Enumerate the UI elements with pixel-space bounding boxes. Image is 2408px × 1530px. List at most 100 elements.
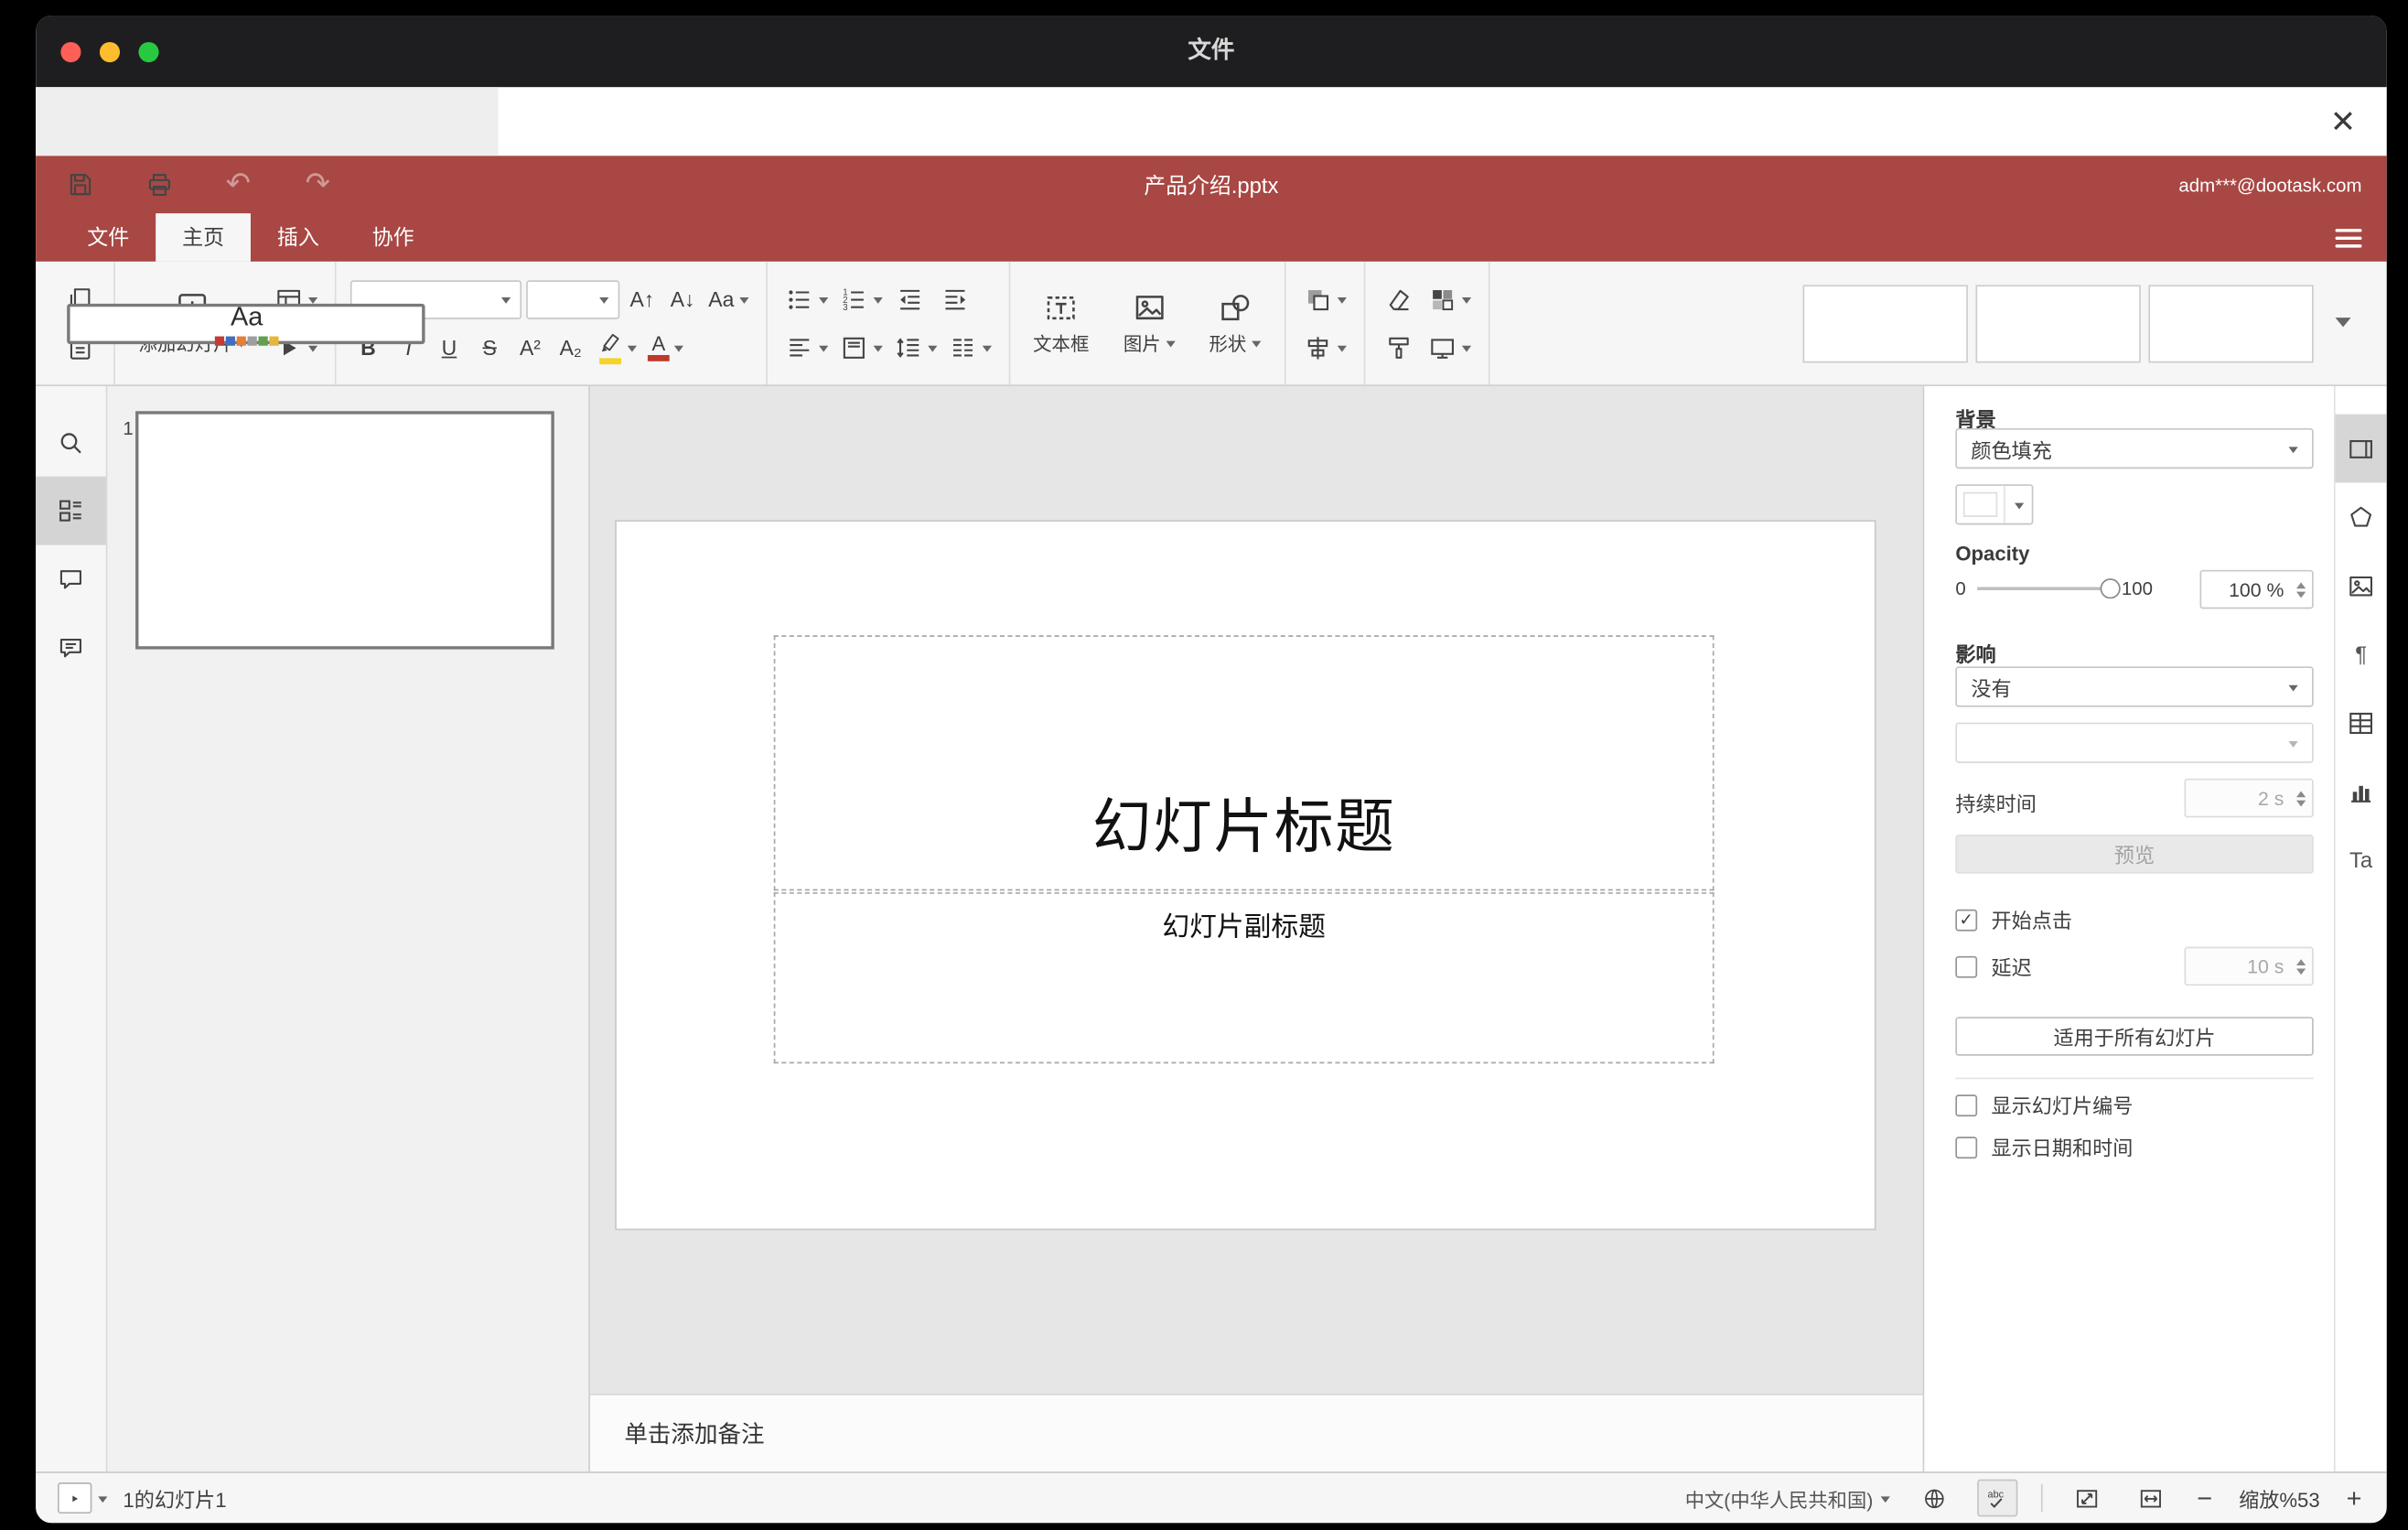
- duration-input[interactable]: 2 s: [2184, 778, 2314, 818]
- numbering-button[interactable]: [835, 279, 885, 319]
- superscript-button[interactable]: A²: [512, 329, 548, 366]
- search-panel-button[interactable]: [36, 408, 106, 477]
- effect-select[interactable]: 没有: [1955, 666, 2314, 707]
- table-settings-tab[interactable]: [2336, 688, 2387, 757]
- theme-preview-1[interactable]: [1802, 284, 1968, 362]
- highlight-color-button[interactable]: [593, 327, 640, 367]
- font-size-select[interactable]: [526, 279, 620, 318]
- start-on-click-checkbox[interactable]: ✓: [1955, 908, 1978, 931]
- subtitle-placeholder[interactable]: 幻灯片副标题: [773, 892, 1715, 1064]
- save-button[interactable]: [60, 166, 98, 203]
- comments-panel-button[interactable]: [36, 545, 106, 614]
- effect-variant-select[interactable]: [1955, 722, 2314, 763]
- apply-to-all-slides-button[interactable]: 适用于所有幻灯片: [1955, 1017, 2314, 1056]
- fit-width-button[interactable]: [2130, 1478, 2170, 1518]
- shape-align-button[interactable]: [1299, 327, 1349, 367]
- insert-shape-button[interactable]: 形状: [1199, 290, 1270, 357]
- insert-image-button[interactable]: 图片: [1114, 290, 1185, 357]
- copy-style-button[interactable]: [1379, 327, 1419, 367]
- vertical-align-button[interactable]: [835, 327, 885, 367]
- decrease-indent-button[interactable]: [890, 279, 930, 319]
- insert-textbox-button[interactable]: 文本框: [1024, 290, 1099, 357]
- chat-panel-button[interactable]: [36, 613, 106, 682]
- language-select[interactable]: 中文(中华人民共和国): [1685, 1483, 1891, 1513]
- bullets-button[interactable]: [780, 279, 830, 319]
- fill-color-picker[interactable]: [1955, 484, 2034, 525]
- increase-font-button[interactable]: A↑: [624, 280, 660, 318]
- opacity-slider-knob[interactable]: [2100, 578, 2121, 599]
- table-icon: [2346, 707, 2375, 737]
- tab-row: 文件 主页 插入 协作: [36, 213, 2387, 262]
- columns-button[interactable]: [944, 327, 994, 367]
- tab-insert[interactable]: 插入: [251, 213, 346, 262]
- subscript-button[interactable]: A₂: [553, 329, 588, 366]
- start-slideshow-status-button[interactable]: [57, 1482, 92, 1514]
- document-language-button[interactable]: [1914, 1478, 1954, 1518]
- print-button[interactable]: [140, 166, 177, 203]
- slide[interactable]: 幻灯片标题 幻灯片副标题: [616, 522, 1875, 1229]
- preview-button[interactable]: 预览: [1955, 835, 2314, 874]
- slides-panel-button[interactable]: [36, 476, 106, 545]
- opacity-input[interactable]: 100 %: [2199, 569, 2314, 609]
- spellcheck-button[interactable]: [1977, 1479, 2018, 1517]
- show-slide-number-checkbox[interactable]: [1955, 1094, 1978, 1116]
- fit-slide-button[interactable]: [2066, 1478, 2106, 1518]
- slide-settings-tab[interactable]: [2335, 414, 2387, 483]
- tab-collaboration[interactable]: 协作: [346, 213, 441, 262]
- slide-thumbnail[interactable]: [135, 411, 554, 650]
- show-slide-number-label: 显示幻灯片编号: [1991, 1094, 2134, 1118]
- slide-counter: 1的幻灯片1: [123, 1487, 227, 1512]
- close-icon[interactable]: ✕: [2321, 102, 2365, 145]
- undo-button[interactable]: ↶: [220, 166, 257, 203]
- chevron-down-icon: [307, 344, 318, 356]
- redo-button[interactable]: ↷: [299, 166, 337, 203]
- delay-label: 延迟: [1991, 955, 2032, 980]
- delay-checkbox[interactable]: [1955, 954, 1978, 977]
- tab-home[interactable]: 主页: [156, 213, 251, 262]
- menu-icon[interactable]: [2335, 228, 2362, 247]
- theme-preview-2[interactable]: [1975, 284, 2141, 362]
- tab-file[interactable]: 文件: [60, 213, 156, 262]
- theme-gallery-expand-button[interactable]: [2321, 310, 2365, 337]
- line-spacing-button[interactable]: [890, 327, 940, 367]
- align-left-icon: [784, 332, 813, 361]
- shape-settings-tab[interactable]: [2336, 483, 2387, 552]
- zoom-in-button[interactable]: +: [2343, 1485, 2365, 1512]
- document-title: 产品介绍.pptx: [1144, 172, 1279, 198]
- increase-indent-button[interactable]: [935, 279, 975, 319]
- theme-preview-3[interactable]: [2148, 284, 2314, 362]
- paragraph-settings-tab[interactable]: ¶: [2336, 620, 2387, 688]
- delay-input[interactable]: 10 s: [2184, 946, 2314, 986]
- title-placeholder[interactable]: 幻灯片标题: [773, 635, 1715, 891]
- color-scheme-button[interactable]: [1424, 279, 1473, 319]
- spinner-icon[interactable]: [2296, 954, 2306, 978]
- insert-group: 文本框 图片 形状: [1010, 261, 1285, 385]
- change-case-button[interactable]: Aa: [705, 279, 751, 319]
- show-date-time-checkbox[interactable]: [1955, 1136, 1978, 1158]
- theme-preview-selected[interactable]: Aa: [67, 301, 425, 345]
- spinner-icon[interactable]: [2296, 576, 2306, 601]
- main-area: 1 幻灯片标题 幻灯片副标题 单击添加备注 背景 颜色填充 Opacity 0 …: [36, 386, 2387, 1472]
- horizontal-align-button[interactable]: [780, 327, 830, 367]
- strikethrough-button[interactable]: S: [472, 329, 508, 366]
- opacity-slider[interactable]: [1976, 578, 2121, 599]
- background-fill-select[interactable]: 颜色填充: [1955, 427, 2314, 469]
- image-settings-tab[interactable]: [2336, 551, 2387, 620]
- textart-settings-tab[interactable]: Ta: [2336, 825, 2387, 894]
- clear-style-button[interactable]: [1379, 279, 1419, 319]
- font-color-button[interactable]: A: [645, 327, 687, 367]
- chart-settings-tab[interactable]: [2336, 757, 2387, 825]
- slide-size-button[interactable]: [1424, 327, 1473, 367]
- arrange-button[interactable]: [1299, 279, 1349, 319]
- decrease-font-button[interactable]: A↓: [665, 280, 701, 318]
- line-spacing-icon: [893, 332, 922, 361]
- spinner-icon[interactable]: [2296, 786, 2306, 811]
- comment-icon: [56, 565, 85, 594]
- chevron-down-icon: [1880, 1495, 1891, 1506]
- slide-size-icon: [1427, 332, 1457, 361]
- underline-button[interactable]: U: [431, 329, 467, 366]
- duration-value: 2 s: [2257, 787, 2284, 810]
- notes-area[interactable]: 单击添加备注: [589, 1394, 1923, 1472]
- shape-settings-icon: [2346, 502, 2375, 532]
- zoom-out-button[interactable]: −: [2194, 1485, 2216, 1512]
